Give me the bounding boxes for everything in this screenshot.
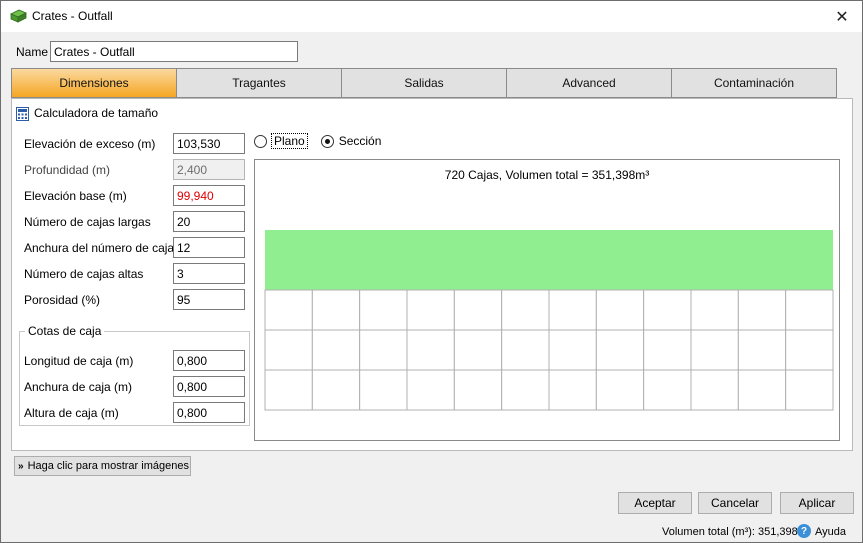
title-bar: Crates - Outfall ✕ <box>1 1 862 32</box>
crate-cell <box>264 329 313 371</box>
crate-cell <box>406 329 455 371</box>
cancel-button[interactable]: Cancelar <box>698 492 772 514</box>
crate-cell <box>785 289 834 331</box>
section-summary: 720 Cajas, Volumen total = 351,398m³ <box>444 168 650 182</box>
box-length-label: Longitud de caja (m) <box>24 354 134 368</box>
accept-button[interactable]: Aceptar <box>618 492 692 514</box>
crate-cell <box>501 289 550 331</box>
crate-cell <box>453 329 503 371</box>
boxes-wide-label: Anchura del número de cajas <box>24 241 181 255</box>
crate-cell <box>690 369 739 411</box>
crate-cell <box>501 329 550 371</box>
boxes-long-label: Número de cajas largas <box>24 215 151 229</box>
depth-input <box>173 159 245 180</box>
crate-cell <box>548 329 597 371</box>
section-radio[interactable] <box>320 134 334 148</box>
crate-cell <box>548 289 597 331</box>
crate-cell <box>359 369 408 411</box>
crate-cell <box>264 289 313 331</box>
crate-cell <box>548 369 597 411</box>
dimensions-panel: Calculadora de tamaño Elevación de exces… <box>11 98 853 451</box>
question-icon[interactable]: ? <box>797 524 811 538</box>
crate-cell <box>406 289 455 331</box>
tab-tragantes[interactable]: Tragantes <box>176 68 342 98</box>
crate-cell <box>501 369 550 411</box>
box-width-input[interactable] <box>173 376 245 397</box>
plan-radio[interactable] <box>254 134 267 148</box>
crate-cell <box>359 329 408 371</box>
boxes-high-label: Número de cajas altas <box>24 267 144 281</box>
base-elevation-input[interactable] <box>173 185 245 206</box>
crate-cell <box>359 289 408 331</box>
show-images-label: Haga clic para mostrar imágenes <box>27 460 189 472</box>
name-input[interactable] <box>50 41 298 62</box>
show-images-button[interactable]: » Haga clic para mostrar imágenes <box>14 456 191 476</box>
box-height-input[interactable] <box>173 402 245 423</box>
depth-label: Profundidad (m) <box>24 163 111 177</box>
crates-dialog: Crates - Outfall ✕ Name Dimensiones Trag… <box>0 0 863 543</box>
section-view: 720 Cajas, Volumen total = 351,398m³ <box>254 159 840 441</box>
tab-strip: Dimensiones Tragantes Salidas Advanced C… <box>11 68 837 98</box>
box-dimensions-group: Cotas de caja Longitud de caja (m) Anchu… <box>19 324 250 426</box>
crate-cell <box>406 369 455 411</box>
total-volume-status: Volumen total (m³): 351,398 <box>662 526 798 538</box>
crate-cell <box>453 369 503 411</box>
soil-band <box>265 230 833 290</box>
tab-advanced[interactable]: Advanced <box>506 68 672 98</box>
crate-cell <box>311 329 361 371</box>
crate-cell <box>643 289 692 331</box>
section-radio-label[interactable]: Sección <box>339 134 382 148</box>
boxes-long-input[interactable] <box>173 211 245 232</box>
crate-cell <box>643 329 692 371</box>
tab-dimensiones[interactable]: Dimensiones <box>11 68 177 98</box>
help-link[interactable]: Ayuda <box>815 526 846 538</box>
crate-cell <box>311 369 361 411</box>
calculator-title: Calculadora de tamaño <box>34 106 159 120</box>
section-diagram <box>264 230 834 411</box>
tab-contaminacion[interactable]: Contaminación <box>671 68 837 98</box>
crate-cell <box>311 289 361 331</box>
crate-cell <box>453 289 503 331</box>
box-height-label: Altura de caja (m) <box>24 406 119 420</box>
crate-cell <box>785 369 834 411</box>
view-mode-options: Plano Sección <box>254 133 382 149</box>
crate-cell <box>737 369 787 411</box>
plan-radio-label[interactable]: Plano <box>271 133 308 149</box>
calculator-icon <box>16 107 29 121</box>
crate-cell <box>643 369 692 411</box>
crate-cell <box>595 329 645 371</box>
excess-elevation-input[interactable] <box>173 133 245 154</box>
crate-cell <box>595 289 645 331</box>
crate-cell <box>785 329 834 371</box>
crate-cell <box>264 369 313 411</box>
close-icon[interactable]: ✕ <box>835 7 848 27</box>
excess-elevation-label: Elevación de exceso (m) <box>24 137 156 151</box>
porosity-input[interactable] <box>173 289 245 310</box>
porosity-label: Porosidad (%) <box>24 293 101 307</box>
boxes-wide-input[interactable] <box>173 237 245 258</box>
base-elevation-label: Elevación base (m) <box>24 189 127 203</box>
boxes-high-input[interactable] <box>173 263 245 284</box>
crate-cell <box>690 289 739 331</box>
crate-icon <box>10 9 27 23</box>
window-title: Crates - Outfall <box>32 9 113 23</box>
crate-cell <box>737 329 787 371</box>
close-button[interactable]: ✕ <box>822 1 862 32</box>
apply-button[interactable]: Aplicar <box>780 492 854 514</box>
crate-cell <box>737 289 787 331</box>
tab-salidas[interactable]: Salidas <box>341 68 507 98</box>
box-width-label: Anchura de caja (m) <box>24 380 133 394</box>
double-chevron-down-icon: » <box>18 460 24 472</box>
name-label: Name <box>16 45 49 59</box>
box-length-input[interactable] <box>173 350 245 371</box>
crate-cell <box>595 369 645 411</box>
box-dimensions-title: Cotas de caja <box>25 324 105 338</box>
crate-cell <box>690 329 739 371</box>
